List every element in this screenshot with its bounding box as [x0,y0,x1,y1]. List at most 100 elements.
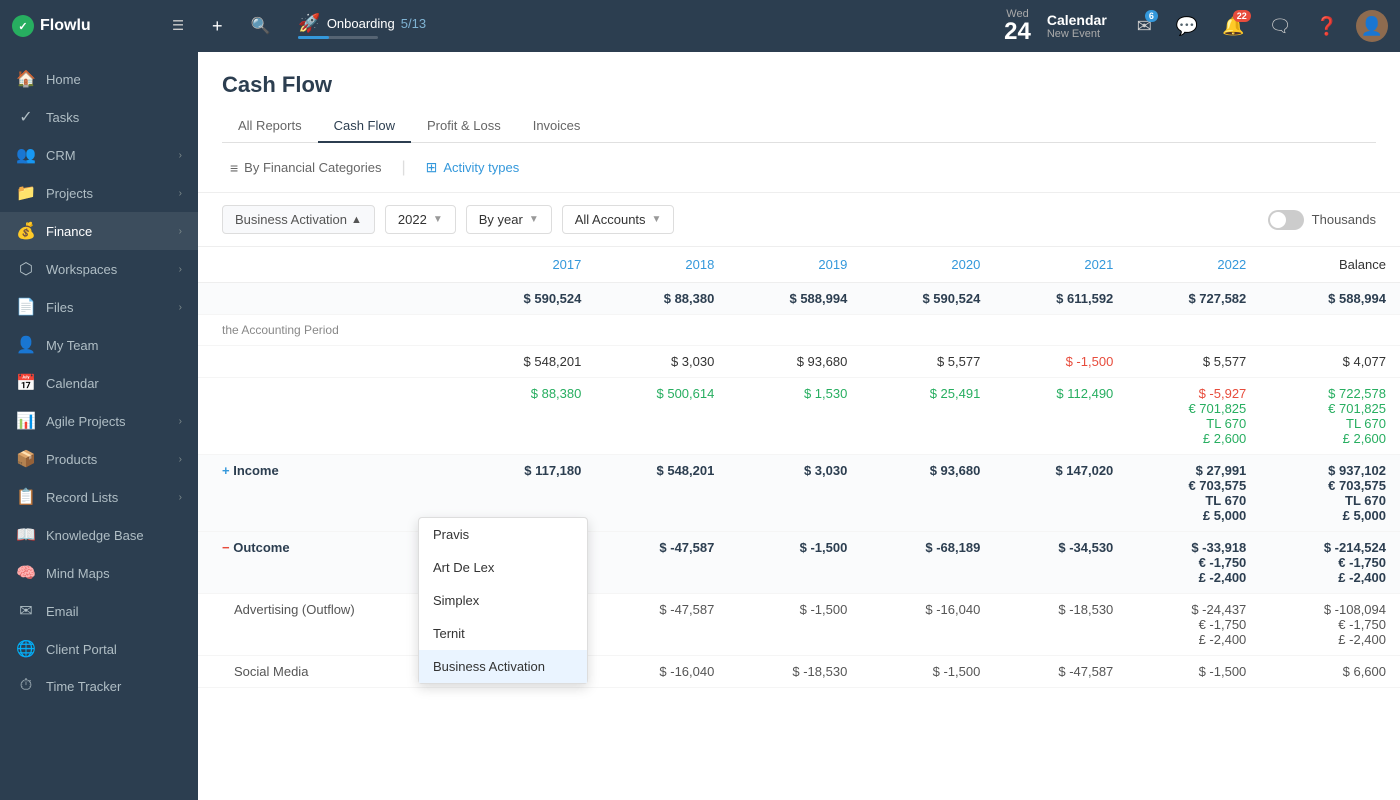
biz-option-bizactivation[interactable]: Business Activation [419,650,587,683]
add-button[interactable]: + [204,12,231,41]
cell-empty [595,315,728,346]
app-name: Flowlu [40,17,91,35]
row-label [198,378,462,455]
income-2022: $ 27,991 € 703,575 TL 670 £ 5,000 [1127,455,1260,532]
onboarding-title: Onboarding [327,16,395,31]
outcome-row: − Outcome $ -28,800 $ -47,587 $ -1,500 $… [198,532,1400,594]
biz-option-pravis[interactable]: Pravis [419,518,587,551]
filter-divider: | [401,159,405,177]
income-usd-bal: $ 937,102 [1274,463,1386,478]
user-avatar[interactable]: 👤 [1356,10,1388,42]
sidebar-item-mindmaps[interactable]: 🧠 Mind Maps [0,554,198,592]
income-2021: $ 147,020 [994,455,1127,532]
cell-usd-bal: $ 722,578 [1274,386,1386,401]
sidebar-label-tasks: Tasks [46,110,182,125]
socialmedia-2019: $ -18,530 [728,656,861,688]
col-header-2021[interactable]: 2021 [994,247,1127,283]
advertising-2020: $ -16,040 [861,594,994,656]
sidebar-label-mindmaps: Mind Maps [46,566,182,581]
products-icon: 📦 [16,449,36,469]
cell-2022: $ 5,577 [1127,346,1260,378]
income-2019: $ 3,030 [728,455,861,532]
income-tl-bal: TL 670 [1274,493,1386,508]
socialmedia-balance: $ 6,600 [1260,656,1400,688]
col-header-2020[interactable]: 2020 [861,247,994,283]
onboarding-fill [298,36,328,39]
chat-button[interactable]: 💬 [1170,10,1204,43]
page-header: Cash Flow All Reports Cash Flow Profit &… [198,52,1400,143]
sidebar-item-timetracker[interactable]: ⏱ Time Tracker [0,668,198,704]
sidebar-label-agile: Agile Projects [46,414,169,429]
biz-option-artdelex[interactable]: Art De Lex [419,551,587,584]
sidebar-label-projects: Projects [46,186,169,201]
notifications-button[interactable]: 🔔 22 [1216,10,1250,43]
sidebar-label-workspaces: Workspaces [46,262,169,277]
sidebar-label-recordlists: Record Lists [46,490,169,505]
tab-cash-flow[interactable]: Cash Flow [318,110,411,143]
accounts-label: All Accounts [575,212,646,227]
sidebar-item-knowledgebase[interactable]: 📖 Knowledge Base [0,516,198,554]
hamburger-button[interactable]: ☰ [164,14,192,38]
sidebar-item-recordlists[interactable]: 📋 Record Lists › [0,478,198,516]
onboarding-label: 🚀 Onboarding 5/13 [298,13,426,34]
period-dropdown-button[interactable]: By year ▼ [466,205,552,234]
notifications-badge: 22 [1233,10,1251,22]
income-eur-bal: € 703,575 [1274,478,1386,493]
workspaces-icon: ⬡ [16,259,36,279]
cell-2018: $ 500,614 [595,378,728,455]
sidebar-item-finance[interactable]: 💰 Finance › [0,212,198,250]
sidebar-item-email[interactable]: ✉ Email [0,592,198,630]
tab-all-reports[interactable]: All Reports [222,110,318,143]
search-button[interactable]: 🔍 [242,12,278,40]
page-tabs: All Reports Cash Flow Profit & Loss Invo… [222,110,1376,143]
col-header-2018[interactable]: 2018 [595,247,728,283]
sidebar-item-crm[interactable]: 👥 CRM › [0,136,198,174]
income-multi-2022: $ 27,991 € 703,575 TL 670 £ 5,000 [1141,463,1246,523]
mail-button[interactable]: ✉ 6 [1131,10,1158,43]
adv-gbp: £ -2,400 [1141,632,1246,647]
period-dropdown-arrow: ▼ [529,214,539,225]
activity-types-button[interactable]: ⊞ Activity types [418,155,528,180]
col-header-2022[interactable]: 2022 [1127,247,1260,283]
tab-profit-loss[interactable]: Profit & Loss [411,110,517,143]
sidebar-item-calendar[interactable]: 📅 Calendar [0,364,198,402]
sidebar-item-projects[interactable]: 📁 Projects › [0,174,198,212]
outcome-2019: $ -1,500 [728,532,861,594]
sidebar-item-files[interactable]: 📄 Files › [0,288,198,326]
income-eur: € 703,575 [1141,478,1246,493]
clientportal-icon: 🌐 [16,639,36,659]
comments-button[interactable]: 🗨 [1263,10,1298,43]
sidebar-label-finance: Finance [46,224,169,239]
sidebar-item-myteam[interactable]: 👤 My Team [0,326,198,364]
sidebar-label-crm: CRM [46,148,169,163]
cell-2022: $ -5,927 € 701,825 TL 670 £ 2,600 [1127,378,1260,455]
by-financial-categories-button[interactable]: ≡ By Financial Categories [222,156,389,180]
table-row: $ 590,524 $ 88,380 $ 588,994 $ 590,524 $… [198,283,1400,315]
cell-balance: $ 4,077 [1260,346,1400,378]
tab-invoices[interactable]: Invoices [517,110,597,143]
thousands-toggle[interactable] [1268,210,1304,230]
sidebar-item-clientportal[interactable]: 🌐 Client Portal [0,630,198,668]
sidebar-item-products[interactable]: 📦 Products › [0,440,198,478]
business-dropdown-button[interactable]: Business Activation ▲ [222,205,375,234]
advertising-2022: $ -24,437 € -1,750 £ -2,400 [1127,594,1260,656]
calendar-info: Calendar New Event [1047,12,1107,40]
biz-option-simplex[interactable]: Simplex [419,584,587,617]
onboarding-widget[interactable]: 🚀 Onboarding 5/13 [298,13,426,39]
calendar-title: Calendar [1047,12,1107,28]
accounts-dropdown-button[interactable]: All Accounts ▼ [562,205,675,234]
sidebar-item-agile[interactable]: 📊 Agile Projects › [0,402,198,440]
col-header-2017[interactable]: 2017 [462,247,595,283]
col-header-2019[interactable]: 2019 [728,247,861,283]
sidebar-label-home: Home [46,72,182,87]
sidebar-item-home[interactable]: 🏠 Home [0,60,198,98]
business-dropdown-menu: Pravis Art De Lex Simplex Ternit Busines… [418,517,588,684]
sidebar-item-workspaces[interactable]: ⬡ Workspaces › [0,250,198,288]
income-usd: $ 27,991 [1141,463,1246,478]
socialmedia-2021: $ -47,587 [994,656,1127,688]
biz-option-ternit[interactable]: Ternit [419,617,587,650]
year-dropdown-button[interactable]: 2022 ▼ [385,205,456,234]
sidebar-item-tasks[interactable]: ✓ Tasks [0,98,198,136]
cell-usd: $ -5,927 [1141,386,1246,401]
help-button[interactable]: ❓ [1310,10,1344,43]
